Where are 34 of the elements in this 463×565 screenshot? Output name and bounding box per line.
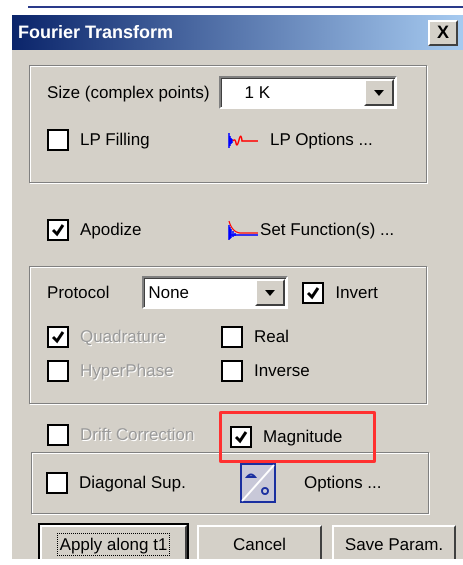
checkbox[interactable] (47, 219, 69, 241)
checkbox-label: Inverse (254, 361, 310, 381)
size-label: Size (complex points) (47, 82, 210, 102)
checkbox-label: Apodize (80, 220, 142, 240)
checkbox[interactable] (302, 282, 324, 304)
options-button[interactable]: Options ... (240, 463, 428, 503)
checkbox[interactable] (47, 129, 69, 151)
close-button[interactable]: X (428, 20, 458, 46)
caret-icon (374, 90, 384, 96)
decay-signal-icon (228, 131, 258, 149)
dropdown[interactable]: None (142, 276, 288, 309)
checkbox-label: Drift Correction (80, 424, 194, 444)
dialog-button[interactable]: Save Param. (332, 525, 456, 559)
protocol-label: Protocol (47, 282, 110, 302)
lp-options-button[interactable]: LP Options ... (228, 130, 426, 150)
dialog-button[interactable]: Apply along t1 (40, 525, 187, 559)
checkbox-label: Invert (335, 282, 378, 302)
checkbox-label: HyperPhase (80, 361, 174, 381)
checkbox[interactable] (46, 472, 68, 494)
diagonal-icon (240, 463, 276, 503)
caret-icon (265, 290, 276, 296)
dialog-button[interactable]: Cancel (197, 525, 322, 559)
checkbox-label: Quadrature (80, 327, 166, 347)
set-functions-button[interactable]: Set Function(s) ... (228, 218, 463, 242)
window-title: Fourier Transform (18, 22, 174, 43)
checkbox-label: Diagonal Sup. (79, 473, 186, 493)
checkbox[interactable] (221, 360, 243, 382)
checkbox-label: Real (254, 327, 289, 347)
checkbox-label: LP Filling (80, 130, 150, 150)
checkbox-label: Magnitude (263, 427, 342, 447)
dropdown[interactable]: 1 K (218, 76, 397, 109)
window-function-icon (228, 218, 258, 242)
checkbox[interactable] (221, 326, 243, 348)
checkbox[interactable] (230, 426, 252, 448)
